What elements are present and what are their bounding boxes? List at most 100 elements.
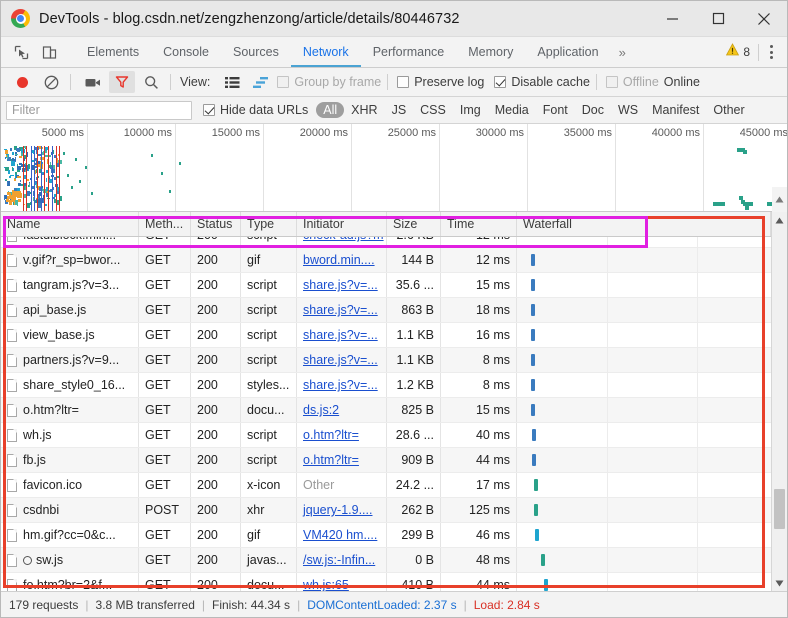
- initiator-link[interactable]: jquery-1.9....: [303, 503, 372, 517]
- table-row[interactable]: wh.js GET 200 script o.htm?ltr= 28.6 ... 40 ms: [1, 423, 771, 448]
- overview-bar: [179, 162, 181, 165]
- table-row[interactable]: api_base.js GET 200 script share.js?v=... 863…: [1, 298, 771, 323]
- online-label[interactable]: Online: [664, 75, 700, 89]
- scrollbar-thumb[interactable]: [774, 489, 785, 529]
- search-input[interactable]: [6, 100, 192, 120]
- initiator-link[interactable]: check-ad.js?m: [303, 237, 384, 242]
- table-row[interactable]: share_style0_16... GET 200 styles... share.j…: [1, 373, 771, 398]
- filter-img[interactable]: Img: [453, 102, 488, 118]
- table-row[interactable]: view_base.js GET 200 script share.js?v=... 1.…: [1, 323, 771, 348]
- tab-console[interactable]: Console: [151, 37, 221, 67]
- table-row[interactable]: favicon.ico GET 200 x-icon Other 24.2 ... 17 m…: [1, 473, 771, 498]
- cell-initiator: share.js?v=...: [297, 323, 387, 347]
- list-view-icon[interactable]: [219, 71, 245, 93]
- table-row[interactable]: fb.js GET 200 script o.htm?ltr= 909 B 44 ms: [1, 448, 771, 473]
- initiator-link[interactable]: share.js?v=...: [303, 378, 378, 392]
- column-header-initiator[interactable]: Initiator: [297, 212, 387, 236]
- warning-indicator[interactable]: 8: [718, 43, 758, 61]
- vertical-scrollbar[interactable]: [771, 187, 787, 591]
- tab-application[interactable]: Application: [525, 37, 610, 67]
- tab-network[interactable]: Network: [290, 37, 361, 67]
- tab-performance[interactable]: Performance: [361, 37, 457, 67]
- filter-all[interactable]: All: [316, 102, 345, 118]
- disable-cache-checkbox[interactable]: Disable cache: [494, 75, 590, 89]
- initiator-link[interactable]: share.js?v=...: [303, 328, 378, 342]
- hide-data-urls-checkbox[interactable]: Hide data URLs: [203, 103, 308, 117]
- table-row[interactable]: partners.js?v=9... GET 200 script share.js?v…: [1, 348, 771, 373]
- initiator-link[interactable]: wh.js:65: [303, 578, 349, 591]
- column-header-name[interactable]: Name: [1, 212, 139, 236]
- cell-waterfall: [517, 323, 771, 347]
- request-count: 179 requests: [9, 597, 79, 612]
- initiator-link[interactable]: o.htm?ltr=: [303, 428, 359, 442]
- maximize-icon[interactable]: [695, 1, 741, 36]
- initiator-link[interactable]: share.js?v=...: [303, 353, 378, 367]
- initiator-link[interactable]: ds.js:2: [303, 403, 339, 417]
- table-row[interactable]: csdnbi POST 200 xhr jquery-1.9.... 262 B 125 m…: [1, 498, 771, 523]
- waterfall-gridline: [607, 448, 608, 472]
- table-row[interactable]: fo.htm?br=2&f... GET 200 docu... wh.js:65 410…: [1, 573, 771, 591]
- clear-network-log-icon[interactable]: [38, 71, 64, 93]
- network-overview-timeline[interactable]: 5000 ms 10000 ms 15000 ms 20000 ms 25000…: [1, 124, 787, 212]
- filter-doc[interactable]: Doc: [575, 102, 611, 118]
- minimize-icon[interactable]: [649, 1, 695, 36]
- initiator-link[interactable]: o.htm?ltr=: [303, 453, 359, 467]
- checkbox-box: [397, 76, 410, 88]
- filter-xhr[interactable]: XHR: [344, 102, 384, 118]
- initiator-link[interactable]: share.js?v=...: [303, 303, 378, 317]
- table-row[interactable]: v.gif?r_sp=bwor... GET 200 gif bword.min....…: [1, 248, 771, 273]
- cell-initiator: ds.js:2: [297, 398, 387, 422]
- search-magnifier-icon[interactable]: [138, 71, 164, 93]
- scroll-up-arrow-icon[interactable]: [772, 212, 787, 228]
- cell-initiator: bword.min....: [297, 248, 387, 272]
- camera-icon[interactable]: [80, 71, 106, 93]
- waterfall-gridline: [607, 248, 608, 272]
- table-row[interactable]: sw.js GET 200 javas... /sw.js:-Infin... 0 B 48…: [1, 548, 771, 573]
- filter-ws[interactable]: WS: [611, 102, 645, 118]
- clipped-top-row[interactable]: fastdlblock.min... GET200script check-ad.j…: [1, 237, 771, 248]
- filter-css[interactable]: CSS: [413, 102, 453, 118]
- cell-initiator: check-ad.js?m: [297, 237, 387, 247]
- chevron-double-right-icon[interactable]: »: [611, 37, 634, 67]
- cell-time: 44 ms: [441, 448, 517, 472]
- initiator-link[interactable]: VM420 hm....: [303, 528, 377, 542]
- table-row[interactable]: fastdlblock.min... GET200script check-ad.j…: [1, 237, 771, 248]
- filter-manifest[interactable]: Manifest: [645, 102, 706, 118]
- cell-type: gif: [241, 523, 297, 547]
- close-icon[interactable]: [741, 1, 787, 36]
- cell-time: 12 ms: [441, 237, 517, 247]
- column-header-time[interactable]: Time: [441, 212, 517, 236]
- device-toolbar-icon[interactable]: [35, 37, 63, 67]
- offline-checkbox[interactable]: Offline: [605, 75, 659, 89]
- initiator-link[interactable]: share.js?v=...: [303, 278, 378, 292]
- tab-memory[interactable]: Memory: [456, 37, 525, 67]
- table-row[interactable]: o.htm?ltr= GET 200 docu... ds.js:2 825 B 15 ms: [1, 398, 771, 423]
- divider: |: [463, 597, 467, 612]
- column-header-waterfall[interactable]: Waterfall: [517, 212, 771, 236]
- record-button-icon[interactable]: [9, 71, 35, 93]
- scroll-down-arrow-icon[interactable]: [772, 575, 787, 591]
- filter-font[interactable]: Font: [536, 102, 575, 118]
- waterfall-view-icon[interactable]: [248, 71, 274, 93]
- table-row[interactable]: hm.gif?cc=0&c... GET 200 gif VM420 hm.... 299…: [1, 523, 771, 548]
- tab-elements[interactable]: Elements: [75, 37, 151, 67]
- preserve-log-checkbox[interactable]: Preserve log: [397, 75, 484, 89]
- vertical-dots-menu-icon[interactable]: [759, 45, 783, 59]
- group-by-frame-checkbox[interactable]: Group by frame: [277, 75, 381, 89]
- column-header-type[interactable]: Type: [241, 212, 297, 236]
- filter-other[interactable]: Other: [706, 102, 751, 118]
- filter-js[interactable]: JS: [385, 102, 414, 118]
- requests-table: Name Meth... Status Type Initiator Size …: [1, 187, 787, 591]
- initiator-link[interactable]: /sw.js:-Infin...: [303, 553, 375, 567]
- filter-funnel-icon[interactable]: [109, 71, 135, 93]
- table-row[interactable]: tangram.js?v=3... GET 200 script share.js?v=…: [1, 273, 771, 298]
- inspect-element-icon[interactable]: [7, 37, 35, 67]
- tab-sources[interactable]: Sources: [221, 37, 291, 67]
- column-header-size[interactable]: Size: [387, 212, 441, 236]
- filter-media[interactable]: Media: [488, 102, 536, 118]
- cell-type: script: [241, 237, 297, 247]
- column-header-status[interactable]: Status: [191, 212, 241, 236]
- initiator-link[interactable]: bword.min....: [303, 253, 375, 267]
- sort-ascending-arrow-icon[interactable]: [772, 187, 787, 212]
- column-header-method[interactable]: Meth...: [139, 212, 191, 236]
